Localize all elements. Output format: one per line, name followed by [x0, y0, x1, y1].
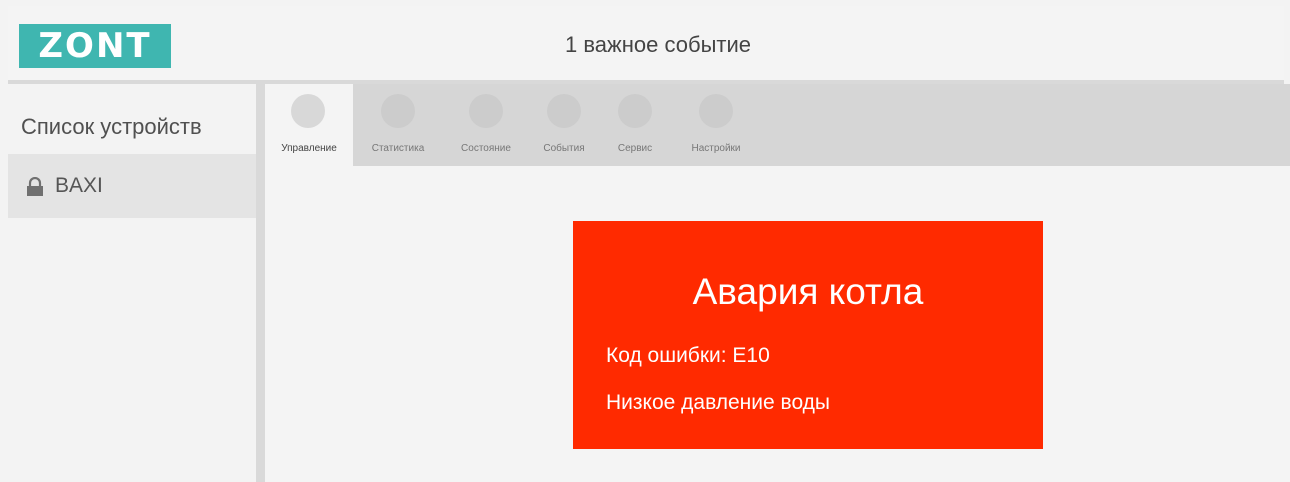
tab-service[interactable]: Сервис — [605, 84, 665, 166]
tab-status[interactable]: Состояние — [448, 84, 524, 166]
header: ZONT 1 важное событие — [8, 6, 1284, 80]
zont-logo[interactable]: ZONT — [19, 24, 171, 68]
alarm-error-code: Код ошибки: E10 — [606, 344, 770, 367]
tab-control[interactable]: Управление — [265, 84, 353, 166]
tab-label: События — [543, 143, 585, 154]
main-panel: Управление Статистика Состояние События … — [265, 84, 1290, 482]
alarm-title: Авария котла — [692, 271, 924, 312]
tab-label: Состояние — [461, 143, 511, 154]
boiler-alarm-card[interactable]: Авария котла Код ошибки: E10 Низкое давл… — [573, 221, 1043, 449]
device-list-title: Список устройств — [21, 114, 202, 139]
tab-events[interactable]: События — [532, 84, 596, 166]
tab-label: Управление — [281, 143, 337, 154]
alarm-description: Низкое давление воды — [606, 391, 831, 414]
tab-status-icon — [469, 94, 503, 128]
tab-settings-icon — [699, 94, 733, 128]
tab-statistics[interactable]: Статистика — [361, 84, 435, 166]
device-item-baxi[interactable]: BAXI — [8, 154, 256, 218]
tab-label: Статистика — [371, 143, 425, 154]
tab-bar: Управление Статистика Состояние События … — [265, 84, 1290, 166]
tab-events-icon — [547, 94, 581, 128]
tab-label: Сервис — [617, 143, 653, 154]
tab-label: Настройки — [691, 143, 741, 154]
app-window: ZONT 1 важное событие Список устройств B… — [0, 0, 1290, 482]
sidebar: Список устройств BAXI — [8, 84, 256, 482]
sidebar-divider — [256, 84, 265, 482]
tab-control-icon — [291, 94, 325, 128]
important-events-title[interactable]: 1 важное событие — [308, 32, 1008, 58]
tab-settings[interactable]: Настройки — [679, 84, 753, 166]
tab-statistics-icon — [381, 94, 415, 128]
tab-service-icon — [618, 94, 652, 128]
device-name: BAXI — [55, 174, 103, 197]
lock-icon — [27, 177, 43, 196]
